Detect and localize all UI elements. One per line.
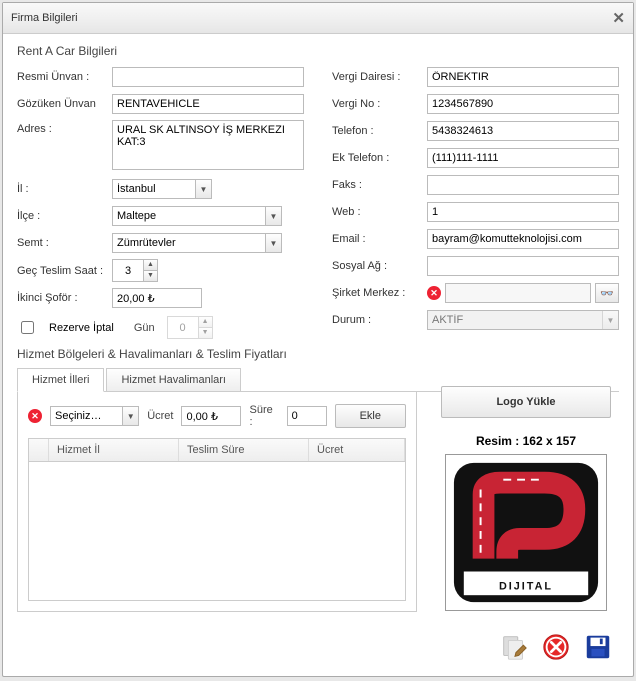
col-hizmet-il: Hizmet İl: [49, 439, 179, 461]
gun-input: [168, 317, 198, 338]
adres-input[interactable]: [112, 120, 304, 170]
gun-label: Gün: [134, 322, 155, 334]
window-title: Firma Bilgileri: [11, 12, 78, 24]
spinner-down-icon[interactable]: ▼: [144, 271, 157, 281]
chevron-down-icon[interactable]: ▼: [602, 311, 618, 329]
gozuken-unvan-label: Gözüken Ünvan: [17, 98, 112, 110]
web-label: Web :: [332, 206, 427, 218]
spinner-up-icon: ▲: [199, 317, 212, 328]
telefon-label: Telefon :: [332, 125, 427, 137]
semt-label: Semt :: [17, 237, 112, 249]
semt-select[interactable]: [112, 233, 282, 253]
ek-telefon-input[interactable]: [427, 148, 619, 168]
vergi-no-input[interactable]: [427, 94, 619, 114]
spinner-up-icon[interactable]: ▲: [144, 260, 157, 271]
cancel-icon[interactable]: [539, 630, 573, 664]
clear-icon[interactable]: ✕: [427, 286, 441, 300]
ucret-label: Ücret: [147, 410, 173, 422]
rezerve-iptal-checkbox[interactable]: [21, 321, 34, 334]
tab-hizmet-havalimanlari[interactable]: Hizmet Havalimanları: [106, 368, 241, 392]
web-input[interactable]: [427, 202, 619, 222]
telefon-input[interactable]: [427, 121, 619, 141]
edit-icon[interactable]: [497, 630, 531, 664]
resim-label: Resim : 162 x 157: [476, 434, 576, 448]
ilce-label: İlçe :: [17, 210, 112, 222]
email-label: Email :: [332, 233, 427, 245]
vergi-dairesi-label: Vergi Dairesi :: [332, 71, 427, 83]
sure-input[interactable]: [287, 406, 327, 426]
sirket-merkez-input[interactable]: [445, 283, 591, 303]
ek-telefon-label: Ek Telefon :: [332, 152, 427, 164]
sosyal-ag-input[interactable]: [427, 256, 619, 276]
section-title: Rent A Car Bilgileri: [17, 44, 619, 58]
chevron-down-icon[interactable]: ▼: [122, 407, 138, 425]
faks-label: Faks :: [332, 179, 427, 191]
tab-hizmet-illeri[interactable]: Hizmet İlleri: [17, 368, 104, 392]
ekle-button[interactable]: Ekle: [335, 404, 406, 428]
gozuken-unvan-input[interactable]: [112, 94, 304, 114]
durum-select[interactable]: [427, 310, 619, 330]
chevron-down-icon[interactable]: ▼: [195, 180, 211, 198]
vergi-no-label: Vergi No :: [332, 98, 427, 110]
col-ucret: Ücret: [309, 439, 405, 461]
col-teslim-sure: Teslim Süre: [179, 439, 309, 461]
svg-text:DIJITAL: DIJITAL: [499, 580, 553, 592]
service-grid: Hizmet İl Teslim Süre Ücret: [28, 438, 406, 601]
close-icon[interactable]: ✕: [612, 9, 625, 27]
gec-teslim-input[interactable]: [113, 260, 143, 281]
faks-input[interactable]: [427, 175, 619, 195]
sirket-merkez-label: Şirket Merkez :: [332, 287, 427, 299]
il-label: İl :: [17, 183, 112, 195]
gec-teslim-label: Geç Teslim Saat :: [17, 265, 112, 277]
sosyal-ag-label: Sosyal Ağ :: [332, 260, 427, 272]
ikinci-sofor-input[interactable]: [112, 288, 202, 308]
resmi-unvan-label: Resmi Ünvan :: [17, 71, 112, 83]
resmi-unvan-input[interactable]: [112, 67, 304, 87]
ilce-select[interactable]: [112, 206, 282, 226]
chevron-down-icon[interactable]: ▼: [265, 207, 281, 225]
clear-icon[interactable]: ✕: [28, 409, 42, 423]
chevron-down-icon[interactable]: ▼: [265, 234, 281, 252]
sure-label: Süre :: [249, 404, 278, 428]
logo-image: DIJITAL: [445, 454, 607, 611]
rezerve-iptal-label: Rezerve İptal: [49, 322, 114, 334]
save-icon[interactable]: [581, 630, 615, 664]
durum-label: Durum :: [332, 314, 427, 326]
email-input[interactable]: [427, 229, 619, 249]
lookup-icon[interactable]: 👓: [595, 283, 619, 303]
spinner-down-icon: ▼: [199, 328, 212, 338]
service-section-title: Hizmet Bölgeleri & Havalimanları & Tesli…: [17, 347, 619, 361]
ikinci-sofor-label: İkinci Şoför :: [17, 292, 112, 304]
logo-yukle-button[interactable]: Logo Yükle: [441, 386, 611, 418]
vergi-dairesi-input[interactable]: [427, 67, 619, 87]
adres-label: Adres :: [17, 120, 112, 135]
ucret-input[interactable]: [181, 406, 241, 426]
